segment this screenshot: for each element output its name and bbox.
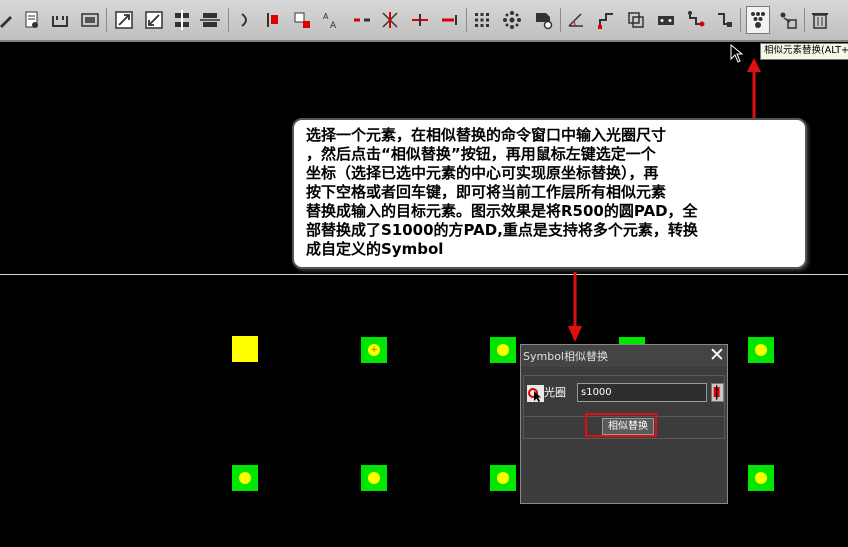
pad[interactable] bbox=[361, 465, 387, 491]
mouse-cursor-icon bbox=[730, 44, 744, 63]
close-icon[interactable]: ✕ bbox=[708, 346, 726, 366]
svg-text:A: A bbox=[323, 12, 329, 21]
frame-icon[interactable] bbox=[48, 6, 72, 34]
callout-line: 替换成输入的目标元素。图示效果是将R500的圆PAD，全 bbox=[306, 202, 698, 220]
resize-up-icon[interactable] bbox=[112, 6, 136, 34]
angle-icon[interactable] bbox=[564, 6, 588, 34]
callout-line: ，然后点击“相似替换”按钮，再用鼠标左键选定一个 bbox=[306, 145, 656, 163]
line-dash-icon[interactable] bbox=[350, 6, 374, 34]
pad-dot bbox=[755, 472, 767, 484]
callout-line: 选择一个元素，在相似替换的命令窗口中输入光圈尺寸 bbox=[306, 126, 667, 144]
trash-icon[interactable] bbox=[808, 6, 832, 34]
drive-icon[interactable] bbox=[654, 6, 678, 34]
symbol-picker-button[interactable] bbox=[711, 383, 724, 402]
selected-pad[interactable] bbox=[232, 336, 258, 362]
callout-line: 坐标（选择已选中元素的中心可实现原坐标替换），再 bbox=[306, 164, 659, 182]
arc-icon[interactable] bbox=[232, 6, 256, 34]
instruction-callout: 选择一个元素，在相似替换的命令窗口中输入光圈尺寸 ，然后点击“相似替换”按钮，再… bbox=[292, 118, 807, 269]
aperture-row: 光圈 bbox=[523, 375, 725, 417]
overlap-icon[interactable] bbox=[624, 6, 648, 34]
route-alt-icon[interactable] bbox=[712, 6, 736, 34]
main-toolbar: AA bbox=[0, 0, 848, 42]
line-end-icon[interactable] bbox=[438, 6, 462, 34]
aperture-label: 光圈 bbox=[544, 386, 566, 399]
highlight-box bbox=[585, 413, 657, 437]
cross-line-icon[interactable] bbox=[378, 6, 402, 34]
pad[interactable]: + bbox=[361, 337, 387, 363]
pad-red-icon[interactable] bbox=[260, 6, 284, 34]
line-split-icon[interactable] bbox=[408, 6, 432, 34]
svg-text:A: A bbox=[330, 21, 337, 30]
aperture-input[interactable] bbox=[577, 383, 707, 402]
edit-tool-icon[interactable] bbox=[0, 6, 18, 34]
doc-settings-icon[interactable] bbox=[20, 6, 44, 34]
pad-dot bbox=[368, 472, 380, 484]
dialog-title: Symbol相似替换 bbox=[523, 350, 608, 363]
grid-array-icon[interactable] bbox=[470, 6, 494, 34]
pad-dot bbox=[497, 472, 509, 484]
arrow-up-to-toolbar bbox=[747, 58, 761, 118]
resize-down-icon[interactable] bbox=[142, 6, 166, 34]
align-split-icon[interactable] bbox=[198, 6, 222, 34]
step-icon[interactable] bbox=[594, 6, 618, 34]
pad-center-mark: + bbox=[368, 344, 380, 356]
route-icon[interactable] bbox=[684, 6, 708, 34]
replace-alt-icon[interactable] bbox=[776, 6, 800, 34]
arrow-down-to-dialog bbox=[568, 272, 582, 342]
tooltip: 相似元素替换(ALT+ bbox=[760, 43, 848, 60]
text-size-icon[interactable]: AA bbox=[318, 6, 342, 34]
callout-line: 部替换成了S1000的方PAD,重点是支持将多个元素，转换 bbox=[306, 221, 698, 239]
pad[interactable] bbox=[232, 465, 258, 491]
pad[interactable] bbox=[490, 465, 516, 491]
select-box-icon[interactable] bbox=[78, 6, 102, 34]
pad[interactable] bbox=[490, 337, 516, 363]
pad-corner-icon[interactable] bbox=[290, 6, 314, 34]
layer-boundary-line bbox=[0, 274, 848, 275]
pad[interactable] bbox=[748, 337, 774, 363]
pad-dot bbox=[497, 344, 509, 356]
callout-line: 按下空格或者回车键，即可将当前工作层所有相似元素 bbox=[306, 183, 667, 201]
dialog-titlebar[interactable]: Symbol相似替换 ✕ bbox=[521, 345, 727, 367]
symbol-gear-icon[interactable] bbox=[532, 6, 556, 34]
pad-dot bbox=[239, 472, 251, 484]
snowflake-icon[interactable] bbox=[500, 6, 524, 34]
pad[interactable] bbox=[748, 465, 774, 491]
callout-line: 成自定义的Symbol bbox=[306, 240, 444, 258]
similar-replace-icon[interactable] bbox=[746, 6, 770, 34]
aperture-pick-icon[interactable] bbox=[527, 385, 544, 402]
pad-dot bbox=[755, 344, 767, 356]
align-center-icon[interactable] bbox=[170, 6, 194, 34]
